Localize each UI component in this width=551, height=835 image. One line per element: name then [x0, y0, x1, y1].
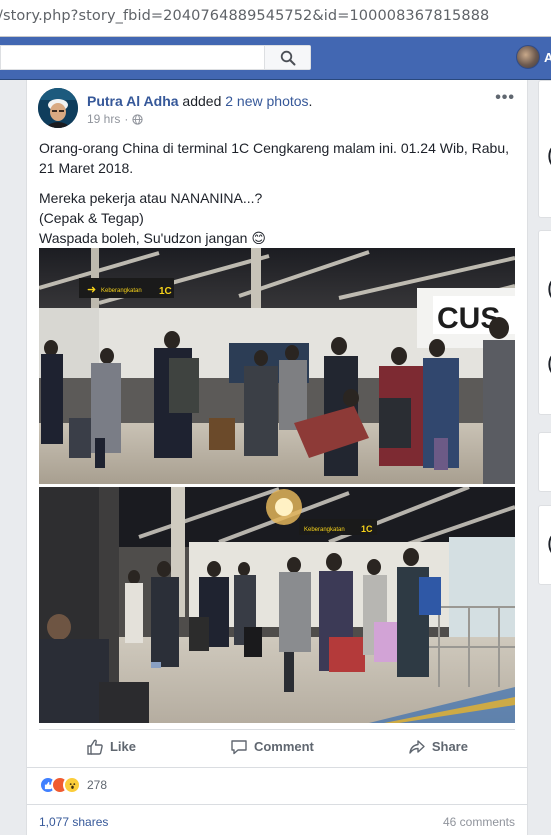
post-action-bar: Like Comment Share [39, 729, 515, 763]
photo1-sign-terminal: 1C [159, 286, 172, 297]
url-text[interactable]: /story.php?story_fbid=2040764889545752&i… [0, 8, 489, 24]
new-photos-link[interactable]: 2 new photos [225, 93, 308, 109]
smiley-emoji-icon: 😊 [251, 230, 266, 246]
reaction-count[interactable]: 278 [87, 778, 107, 792]
share-button[interactable]: Share [396, 732, 480, 762]
right-column-glyph: ( [547, 142, 551, 168]
share-label: Share [431, 739, 468, 754]
post-text: Orang-orang China di terminal 1C Cengkar… [39, 138, 519, 258]
terminal-photo-2: Keberangkatan 1C [39, 487, 515, 723]
header-profile-name[interactable]: A [544, 50, 551, 65]
avatar-image [38, 88, 78, 128]
wow-reaction-icon [63, 776, 81, 794]
divider [27, 767, 527, 768]
right-column-glyph: ( [547, 275, 551, 301]
like-button[interactable]: Like [74, 732, 148, 762]
post-text-line: (Cepak & Tegap) [39, 210, 144, 226]
top-navigation-bar: A [0, 37, 551, 80]
meta-separator: · [124, 112, 129, 126]
thumbs-up-icon [87, 739, 103, 755]
post-timestamp[interactable]: 19 hrs [87, 112, 120, 126]
globe-icon[interactable] [132, 113, 143, 125]
right-column-glyph: ( [547, 350, 551, 376]
browser-url-bar[interactable]: /story.php?story_fbid=2040764889545752&i… [0, 0, 551, 37]
comment-bubble-icon [231, 739, 247, 754]
post-meta: 19 hrs · [87, 112, 143, 126]
photo2-sign-text: Keberangkatan [304, 527, 345, 533]
author-name-link[interactable]: Putra Al Adha [87, 93, 179, 109]
right-column-card [538, 432, 551, 492]
reaction-icons [39, 776, 81, 794]
post-paragraph-1: Orang-orang China di terminal 1C Cengkar… [39, 140, 510, 176]
post-card: Putra Al Adha added 2 new photos. 19 hrs… [26, 80, 528, 835]
post-stats-row: 1,077 shares 46 comments [27, 804, 527, 834]
header-profile-avatar[interactable] [516, 45, 540, 69]
more-options-icon[interactable]: ••• [495, 89, 515, 107]
photo1-sign-text: Keberangkatan [101, 288, 142, 294]
terminal-photo-1: ➜ Keberangkatan 1C CUS [39, 248, 515, 484]
comments-count-link[interactable]: 46 comments [443, 815, 515, 829]
search-icon [280, 50, 295, 65]
post-action-period: . [308, 93, 313, 109]
shares-count-link[interactable]: 1,077 shares [39, 815, 108, 829]
reactions-summary[interactable]: 278 [39, 776, 107, 794]
author-avatar[interactable] [38, 88, 78, 128]
post-text-line: Waspada boleh, Su'udzon jangan 😊 [39, 228, 519, 248]
search-input[interactable] [0, 45, 311, 70]
right-column-card [538, 230, 551, 415]
post-text-line-content: Waspada boleh, Su'udzon jangan [39, 230, 252, 246]
share-arrow-icon [409, 739, 425, 754]
svg-text:➜: ➜ [87, 284, 96, 296]
post-paragraph-2: Mereka pekerja atau NANANINA...? (Cepak … [39, 188, 519, 248]
photo2-sign-terminal: 1C [361, 524, 373, 534]
comment-button[interactable]: Comment [218, 732, 326, 762]
right-column-glyph: ( [547, 530, 551, 556]
post-action-text: added [178, 93, 226, 109]
post-photo-2[interactable]: Keberangkatan 1C [39, 487, 515, 723]
comment-label: Comment [253, 739, 314, 754]
search-button[interactable] [264, 46, 310, 69]
post-header-line: Putra Al Adha added 2 new photos. [87, 93, 312, 109]
post-text-line: Mereka pekerja atau NANANINA...? [39, 190, 263, 206]
post-photo-1[interactable]: ➜ Keberangkatan 1C CUS [39, 248, 515, 484]
like-label: Like [109, 739, 136, 754]
